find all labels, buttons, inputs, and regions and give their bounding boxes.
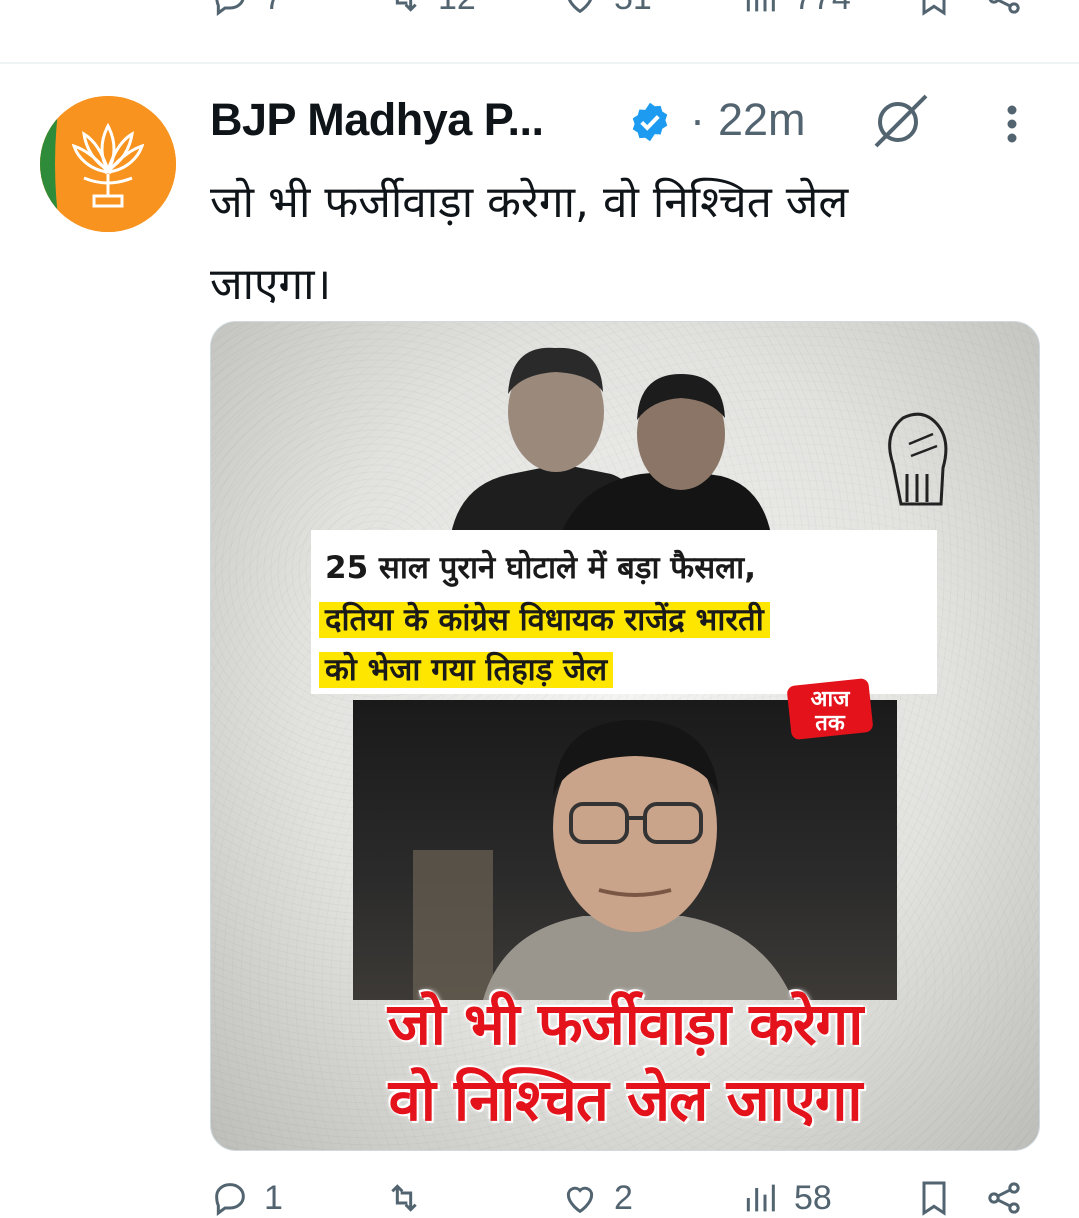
bookmark-icon: [922, 1181, 946, 1216]
hand-symbol-icon: [888, 412, 948, 506]
bookmark-button[interactable]: [914, 0, 954, 18]
reply-button[interactable]: 7: [210, 0, 283, 18]
share-icon: [988, 1182, 1020, 1214]
headline-line-2: दतिया के कांग्रेस विधायक राजेंद्र भारती: [319, 602, 770, 638]
previous-tweet-action-bar: 7 12 51 774: [0, 0, 1079, 30]
views-button[interactable]: 58: [740, 1178, 832, 1218]
reply-count: 7: [264, 0, 283, 18]
like-count: 51: [614, 0, 652, 18]
view-count: 774: [794, 0, 851, 18]
tweet-text-line-2: जाएगा।: [210, 259, 332, 310]
headline-line-3-wrap: को भेजा गया तिहाड़ जेल: [319, 648, 614, 690]
tweet-timestamp[interactable]: 22m: [718, 94, 806, 146]
retweet-count: 12: [438, 0, 476, 18]
share-icon: [988, 0, 1020, 14]
like-button[interactable]: 2: [560, 1178, 633, 1218]
aajtak-logo-bottom: तक: [814, 711, 846, 736]
share-button[interactable]: [984, 1178, 1024, 1218]
retweet-icon: [391, 1184, 417, 1212]
bjp-lotus-logo-icon: [40, 96, 176, 232]
headline-line-3: को भेजा गया तिहाड़ जेल: [319, 652, 614, 688]
slogan-line-1: जो भी फर्जीवाड़ा करेगा: [387, 990, 863, 1058]
aajtak-logo-top: आज: [811, 687, 851, 712]
retweet-button[interactable]: [384, 1178, 438, 1218]
view-count: 58: [794, 1178, 832, 1217]
reply-icon: [215, 0, 245, 16]
headline-line-2-wrap: दतिया के कांग्रेस विधायक राजेंद्र भारती: [319, 598, 770, 640]
like-button[interactable]: 51: [560, 0, 652, 18]
slogan-line-2: वो निश्चित जेल जाएगा: [388, 1066, 863, 1134]
heart-icon: [568, 0, 592, 14]
views-button[interactable]: 774: [740, 0, 851, 18]
author-name[interactable]: BJP Madhya P...: [210, 94, 544, 146]
politicians-photo: [451, 347, 771, 534]
separator-dot: ·: [690, 94, 705, 145]
aajtak-logo-icon: आज तक: [787, 678, 873, 740]
tweet-divider: [0, 62, 1079, 64]
reply-button[interactable]: 1: [210, 1178, 283, 1218]
bookmark-icon: [922, 0, 946, 16]
retweet-icon: [395, 0, 417, 12]
reply-count: 1: [264, 1178, 283, 1217]
verified-badge-icon: [632, 102, 668, 142]
aajtak-logo: आज तक: [785, 676, 875, 740]
tweet-media-image[interactable]: 25 साल पुराने घोटाले में बड़ा फैसला, दति…: [210, 321, 1040, 1151]
heart-icon: [566, 1186, 594, 1214]
more-options-icon[interactable]: [992, 100, 1032, 148]
tweet-text: जो भी फर्जीवाड़ा करेगा, वो निश्चित जेल ज…: [210, 162, 1010, 326]
like-count: 2: [614, 1178, 633, 1217]
headline-line-1: 25 साल पुराने घोटाले में बड़ा फैसला,: [325, 550, 756, 586]
views-icon: [746, 1184, 775, 1212]
grok-icon[interactable]: [868, 92, 932, 148]
headline-banner: 25 साल पुराने घोटाले में बड़ा फैसला, दति…: [311, 530, 937, 694]
reply-icon: [215, 1183, 245, 1216]
retweet-button[interactable]: 12: [384, 0, 476, 18]
tweet-action-bar: 1 2 58: [0, 1178, 1079, 1218]
avatar[interactable]: [40, 96, 176, 232]
tweet-text-line-1: जो भी फर्जीवाड़ा करेगा, वो निश्चित जेल: [210, 177, 849, 228]
bookmark-button[interactable]: [914, 1178, 954, 1218]
share-button[interactable]: [984, 0, 1024, 18]
views-icon: [746, 0, 775, 12]
portrait-figure: [413, 720, 793, 1000]
portrait-photo: [353, 700, 897, 1000]
